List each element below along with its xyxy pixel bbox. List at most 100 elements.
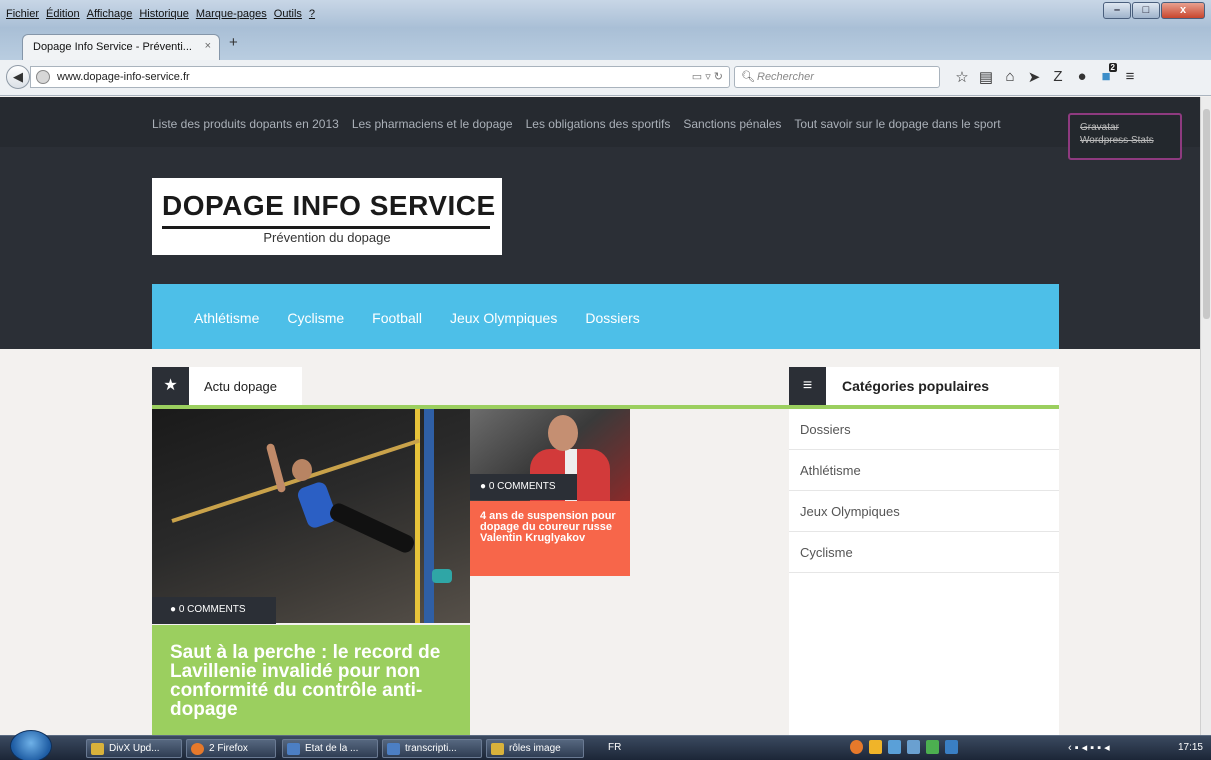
web-page: Liste des produits dopants en 2013 Les p…: [0, 97, 1211, 735]
section-title: Actu dopage: [204, 379, 278, 394]
popup-gravatar[interactable]: Gravatar: [1080, 121, 1170, 134]
menu-help[interactable]: ?: [309, 8, 315, 20]
nav-athletisme[interactable]: Athlétisme: [194, 310, 259, 326]
folder-icon: [491, 743, 504, 755]
sidebar-category-list: Dossiers Athlétisme Jeux Olympiques Cycl…: [789, 409, 1059, 735]
tab-bar: Dopage Info Service - Préventi... ×: [0, 28, 1211, 60]
runner-face: [548, 415, 578, 451]
back-arrow-icon: ◀: [13, 69, 23, 84]
menu-historique[interactable]: Historique: [139, 8, 189, 20]
category-nav: Athlétisme Cyclisme Football Jeux Olympi…: [152, 284, 1059, 349]
athlete-arm: [265, 442, 287, 494]
desktop-icon[interactable]: [945, 740, 958, 754]
word-icon: [387, 743, 400, 755]
sidebar-item-athletisme[interactable]: Athlétisme: [789, 450, 1059, 491]
app-icon[interactable]: [907, 740, 920, 754]
zotero-icon[interactable]: Z: [1046, 68, 1070, 86]
back-button[interactable]: ◀: [6, 65, 30, 89]
article-card-main[interactable]: Saut à la perche : le record de Lavillen…: [152, 625, 470, 735]
athlete-legs: [327, 500, 417, 556]
menu-fichier[interactable]: Fichier: [6, 8, 39, 20]
article-title-secondary[interactable]: 4 ans de suspension pour dopage du coure…: [480, 511, 625, 544]
minimize-button[interactable]: –: [1103, 2, 1131, 19]
bookmark-star-icon[interactable]: ☆: [950, 68, 974, 86]
task-transcription[interactable]: transcripti...: [382, 739, 482, 758]
task-etat[interactable]: Etat de la ...: [282, 739, 378, 758]
hamburger-menu-icon[interactable]: ≡: [1118, 68, 1142, 86]
sidebar-item-cyclisme[interactable]: Cyclisme: [789, 532, 1059, 573]
explorer-icon[interactable]: [888, 740, 901, 754]
excel-icon[interactable]: [926, 740, 939, 754]
pole-upright-blue: [424, 409, 434, 623]
quick-launch-icons: [850, 740, 958, 754]
word-icon: [287, 743, 300, 755]
comment-icon: ●: [480, 481, 487, 492]
top-link-produits[interactable]: Liste des produits dopants en 2013: [152, 117, 339, 131]
send-icon[interactable]: ➤: [1022, 68, 1046, 86]
maximize-button[interactable]: □: [1132, 2, 1160, 19]
home-icon[interactable]: ⌂: [998, 68, 1022, 86]
task-roles-image[interactable]: rôles image: [486, 739, 584, 758]
task-label: DivX Upd...: [109, 743, 160, 754]
site-logo[interactable]: DOPAGE INFO SERVICE Prévention du dopage: [152, 178, 502, 255]
notification-count: 2: [1108, 63, 1117, 72]
task-label: transcripti...: [405, 743, 457, 754]
url-bar[interactable]: www.dopage-info-service.fr ▭ ▿ ↻: [30, 66, 730, 88]
logo-underline: [162, 226, 490, 229]
system-tray-icons[interactable]: ‹ ▪ ◂ ▪ ▪ ◂: [1068, 741, 1110, 754]
article-image-pole-vault[interactable]: [152, 409, 470, 623]
menu-affichage[interactable]: Affichage: [87, 8, 133, 20]
nav-football[interactable]: Football: [372, 310, 422, 326]
nav-cyclisme[interactable]: Cyclisme: [287, 310, 344, 326]
tab-close-icon[interactable]: ×: [205, 40, 211, 52]
firefox-quicklaunch-icon[interactable]: [850, 740, 863, 754]
media-player-icon[interactable]: [869, 740, 882, 754]
chat-icon[interactable]: ●: [1070, 68, 1094, 86]
notifications-icon[interactable]: ■ 2: [1094, 63, 1118, 86]
top-link-obligations[interactable]: Les obligations des sportifs: [526, 117, 671, 131]
article-card-secondary[interactable]: 4 ans de suspension pour dopage du coure…: [470, 501, 630, 576]
menu-outils[interactable]: Outils: [274, 8, 302, 20]
popup-wordpress-stats[interactable]: Wordpress Stats: [1080, 134, 1170, 147]
language-indicator[interactable]: FR: [608, 742, 621, 753]
bookmarks-list-icon[interactable]: ▤: [974, 68, 998, 86]
comments-count: 0 COMMENTS: [488, 481, 556, 492]
nav-dossiers[interactable]: Dossiers: [585, 310, 639, 326]
task-firefox[interactable]: 2 Firefox: [186, 739, 276, 758]
tab-dopage[interactable]: Dopage Info Service - Préventi... ×: [22, 34, 220, 60]
top-link-pharmaciens[interactable]: Les pharmaciens et le dopage: [352, 117, 513, 131]
top-link-sanctions[interactable]: Sanctions pénales: [683, 117, 781, 131]
task-label: Etat de la ...: [305, 743, 359, 754]
top-link-tout-savoir[interactable]: Tout savoir sur le dopage dans le sport: [794, 117, 1000, 131]
page-scrollbar[interactable]: [1200, 97, 1211, 735]
athlete-head: [292, 459, 312, 481]
firefox-icon: [191, 743, 204, 755]
article-title-main[interactable]: Saut à la perche : le record de Lavillen…: [170, 643, 450, 719]
nav-jeux-olympiques[interactable]: Jeux Olympiques: [450, 310, 557, 326]
menu-edition[interactable]: Édition: [46, 8, 80, 20]
task-label: rôles image: [509, 743, 561, 754]
scrollbar-thumb[interactable]: [1203, 109, 1210, 319]
comments-count: 0 COMMENTS: [178, 604, 246, 615]
window-controls: – □ x: [1103, 2, 1205, 19]
sidebar-item-jeux-olympiques[interactable]: Jeux Olympiques: [789, 491, 1059, 532]
task-label: 2 Firefox: [209, 743, 248, 754]
clock[interactable]: 17:15: [1178, 742, 1203, 753]
menu-marque-pages[interactable]: Marque-pages: [196, 8, 267, 20]
new-tab-button[interactable]: +: [229, 34, 238, 51]
start-button[interactable]: [10, 730, 52, 760]
search-input[interactable]: 🔍︎ Rechercher: [734, 66, 940, 88]
menu-list: Fichier Édition Affichage Historique Mar…: [6, 8, 315, 20]
reload-icon[interactable]: ▭ ▿ ↻: [692, 70, 723, 83]
article-comments-badge[interactable]: ● 0 COMMENTS: [152, 597, 276, 624]
top-navigation: Liste des produits dopants en 2013 Les p…: [0, 97, 1200, 147]
globe-icon: [36, 70, 50, 84]
article-comments-badge-small[interactable]: ● 0 COMMENTS: [470, 474, 577, 500]
close-window-button[interactable]: x: [1161, 2, 1205, 19]
divx-icon: [91, 743, 104, 755]
task-divx[interactable]: DivX Upd...: [86, 739, 182, 758]
top-links: Liste des produits dopants en 2013 Les p…: [152, 117, 1001, 131]
list-icon: ≡: [789, 367, 826, 405]
sidebar-item-dossiers[interactable]: Dossiers: [789, 409, 1059, 450]
search-icon: 🔍︎: [741, 71, 755, 83]
